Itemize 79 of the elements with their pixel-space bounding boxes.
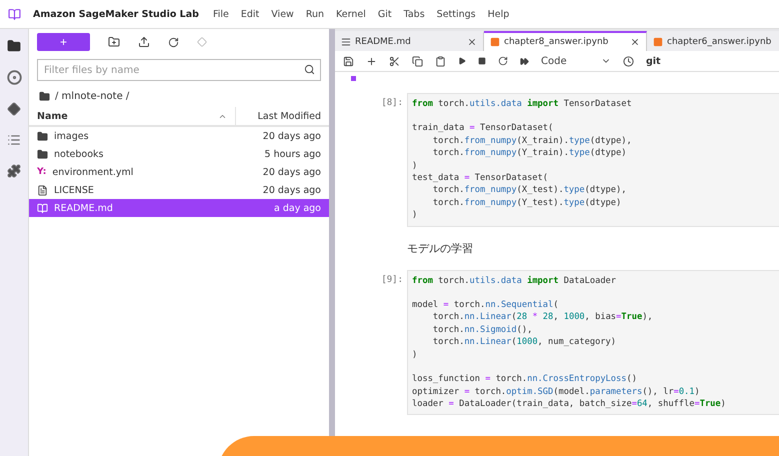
cell-prompt: [8]: xyxy=(380,97,404,110)
circle-icon[interactable] xyxy=(6,70,22,85)
file-icon xyxy=(37,184,48,196)
cell-selection-marker xyxy=(351,76,356,81)
search-icon xyxy=(304,64,315,75)
column-header[interactable]: Last Modified xyxy=(236,110,329,122)
clock-icon[interactable] xyxy=(623,56,634,66)
code-cell[interactable] xyxy=(407,270,779,416)
code-line: train_data = TensorDataset( xyxy=(412,122,554,135)
search-field[interactable]: Filter files by name xyxy=(37,59,321,81)
editor-tab[interactable]: README.md xyxy=(335,31,484,51)
cell-prompt: [9]: xyxy=(380,274,404,287)
cut-icon[interactable] xyxy=(389,56,400,66)
menu-item[interactable]: Run xyxy=(306,8,324,20)
folder-icon xyxy=(39,90,50,102)
menu-item[interactable]: Tabs xyxy=(404,8,425,20)
file-row[interactable]: images 20 days ago xyxy=(29,127,329,145)
code-line: ) xyxy=(412,348,418,362)
code-line: torch.from_numpy(X_train).type(dtype), xyxy=(432,134,633,148)
code-line: loader = DataLoader(train_data, batch_size=64, shuffle=True) xyxy=(412,398,727,410)
menu-item[interactable]: Edit xyxy=(240,8,260,20)
run-icon[interactable] xyxy=(458,57,466,65)
code-line: ) xyxy=(412,209,418,222)
close-icon[interactable] xyxy=(630,37,640,47)
code-line: torch.nn.Linear(1000, num_category) xyxy=(432,336,618,349)
code-line: torch.nn.Sigmoid(), xyxy=(432,324,534,336)
app-title: Amazon SageMaker Studio Lab xyxy=(33,8,199,20)
code-line: loss_function = torch.nn.CrossEntropyLoss() xyxy=(412,373,638,386)
folder-icon xyxy=(37,130,48,142)
column-header[interactable]: Name xyxy=(37,110,68,122)
yaml-file-icon: Y: xyxy=(37,167,46,177)
close-icon[interactable] xyxy=(467,37,477,47)
code-line: from torch.utils.data import DataLoader xyxy=(412,274,618,288)
editor-tab[interactable]: chapter8_answer.ipynb xyxy=(484,31,647,51)
file-row[interactable]: notebooks 5 hours ago xyxy=(29,145,329,163)
file-row[interactable]: Y: environment.yml 20 days ago xyxy=(29,163,329,181)
puzzle-icon[interactable] xyxy=(7,164,21,178)
code-cell[interactable] xyxy=(407,93,779,227)
copy-icon[interactable] xyxy=(412,56,423,66)
menu-item[interactable]: File xyxy=(212,8,229,20)
menu-item[interactable]: Kernel xyxy=(336,8,366,20)
menu-item[interactable]: View xyxy=(271,8,294,20)
diamond-icon[interactable] xyxy=(7,102,21,116)
code-line: test_data = TensorDataset( xyxy=(412,172,550,184)
menu-item[interactable]: Settings xyxy=(436,8,476,20)
menu-item[interactable]: Help xyxy=(488,8,510,20)
upload-icon[interactable] xyxy=(138,36,150,48)
breadcrumb-path[interactable]: / mlnote-note / xyxy=(55,90,130,102)
cell-type-dropdown[interactable]: Code xyxy=(541,56,611,66)
stop-icon[interactable] xyxy=(478,57,486,65)
file-row[interactable]: README.md a day ago xyxy=(29,199,329,217)
file-row[interactable]: LICENSE 20 days ago xyxy=(29,181,329,199)
new-folder-icon[interactable] xyxy=(108,36,120,48)
folder-icon xyxy=(37,148,48,160)
notebook-icon xyxy=(490,37,500,47)
save-icon[interactable] xyxy=(343,56,354,66)
code-line: torch.from_numpy(Y_train).type(dtype) xyxy=(432,147,628,160)
list-icon[interactable] xyxy=(7,133,21,147)
markdown-heading: モデルの学習 xyxy=(406,240,474,257)
code-line: model = torch.nn.Sequential( xyxy=(412,299,560,312)
git-button[interactable]: git xyxy=(646,56,661,66)
restart-icon[interactable] xyxy=(498,56,508,66)
code-line: torch.from_numpy(X_test).type(dtype), xyxy=(432,184,628,197)
notebook-icon xyxy=(653,37,663,47)
code-line: from torch.utils.data import TensorDataset xyxy=(412,98,633,110)
code-line: optimizer = torch.optim.SGD(model.parameters(), lr=0.1) xyxy=(412,386,701,398)
app-logo-icon xyxy=(8,8,21,20)
new-launcher-button[interactable]: + xyxy=(37,33,90,51)
paste-icon[interactable] xyxy=(435,56,446,66)
fast-forward-icon[interactable] xyxy=(520,56,529,66)
folder-icon[interactable] xyxy=(7,39,21,53)
menu-item[interactable]: Git xyxy=(378,8,392,20)
lines-icon xyxy=(341,37,351,47)
code-line: ) xyxy=(412,160,418,172)
code-line: torch.from_numpy(Y_test).type(dtype) xyxy=(432,196,622,210)
refresh-icon[interactable] xyxy=(168,36,179,48)
plus-icon[interactable] xyxy=(366,56,377,66)
code-line: torch.nn.Linear(28 * 28, 1000, bias=True), xyxy=(432,311,654,324)
editor-tab[interactable]: chapter6_answer.ipynb xyxy=(647,31,779,51)
